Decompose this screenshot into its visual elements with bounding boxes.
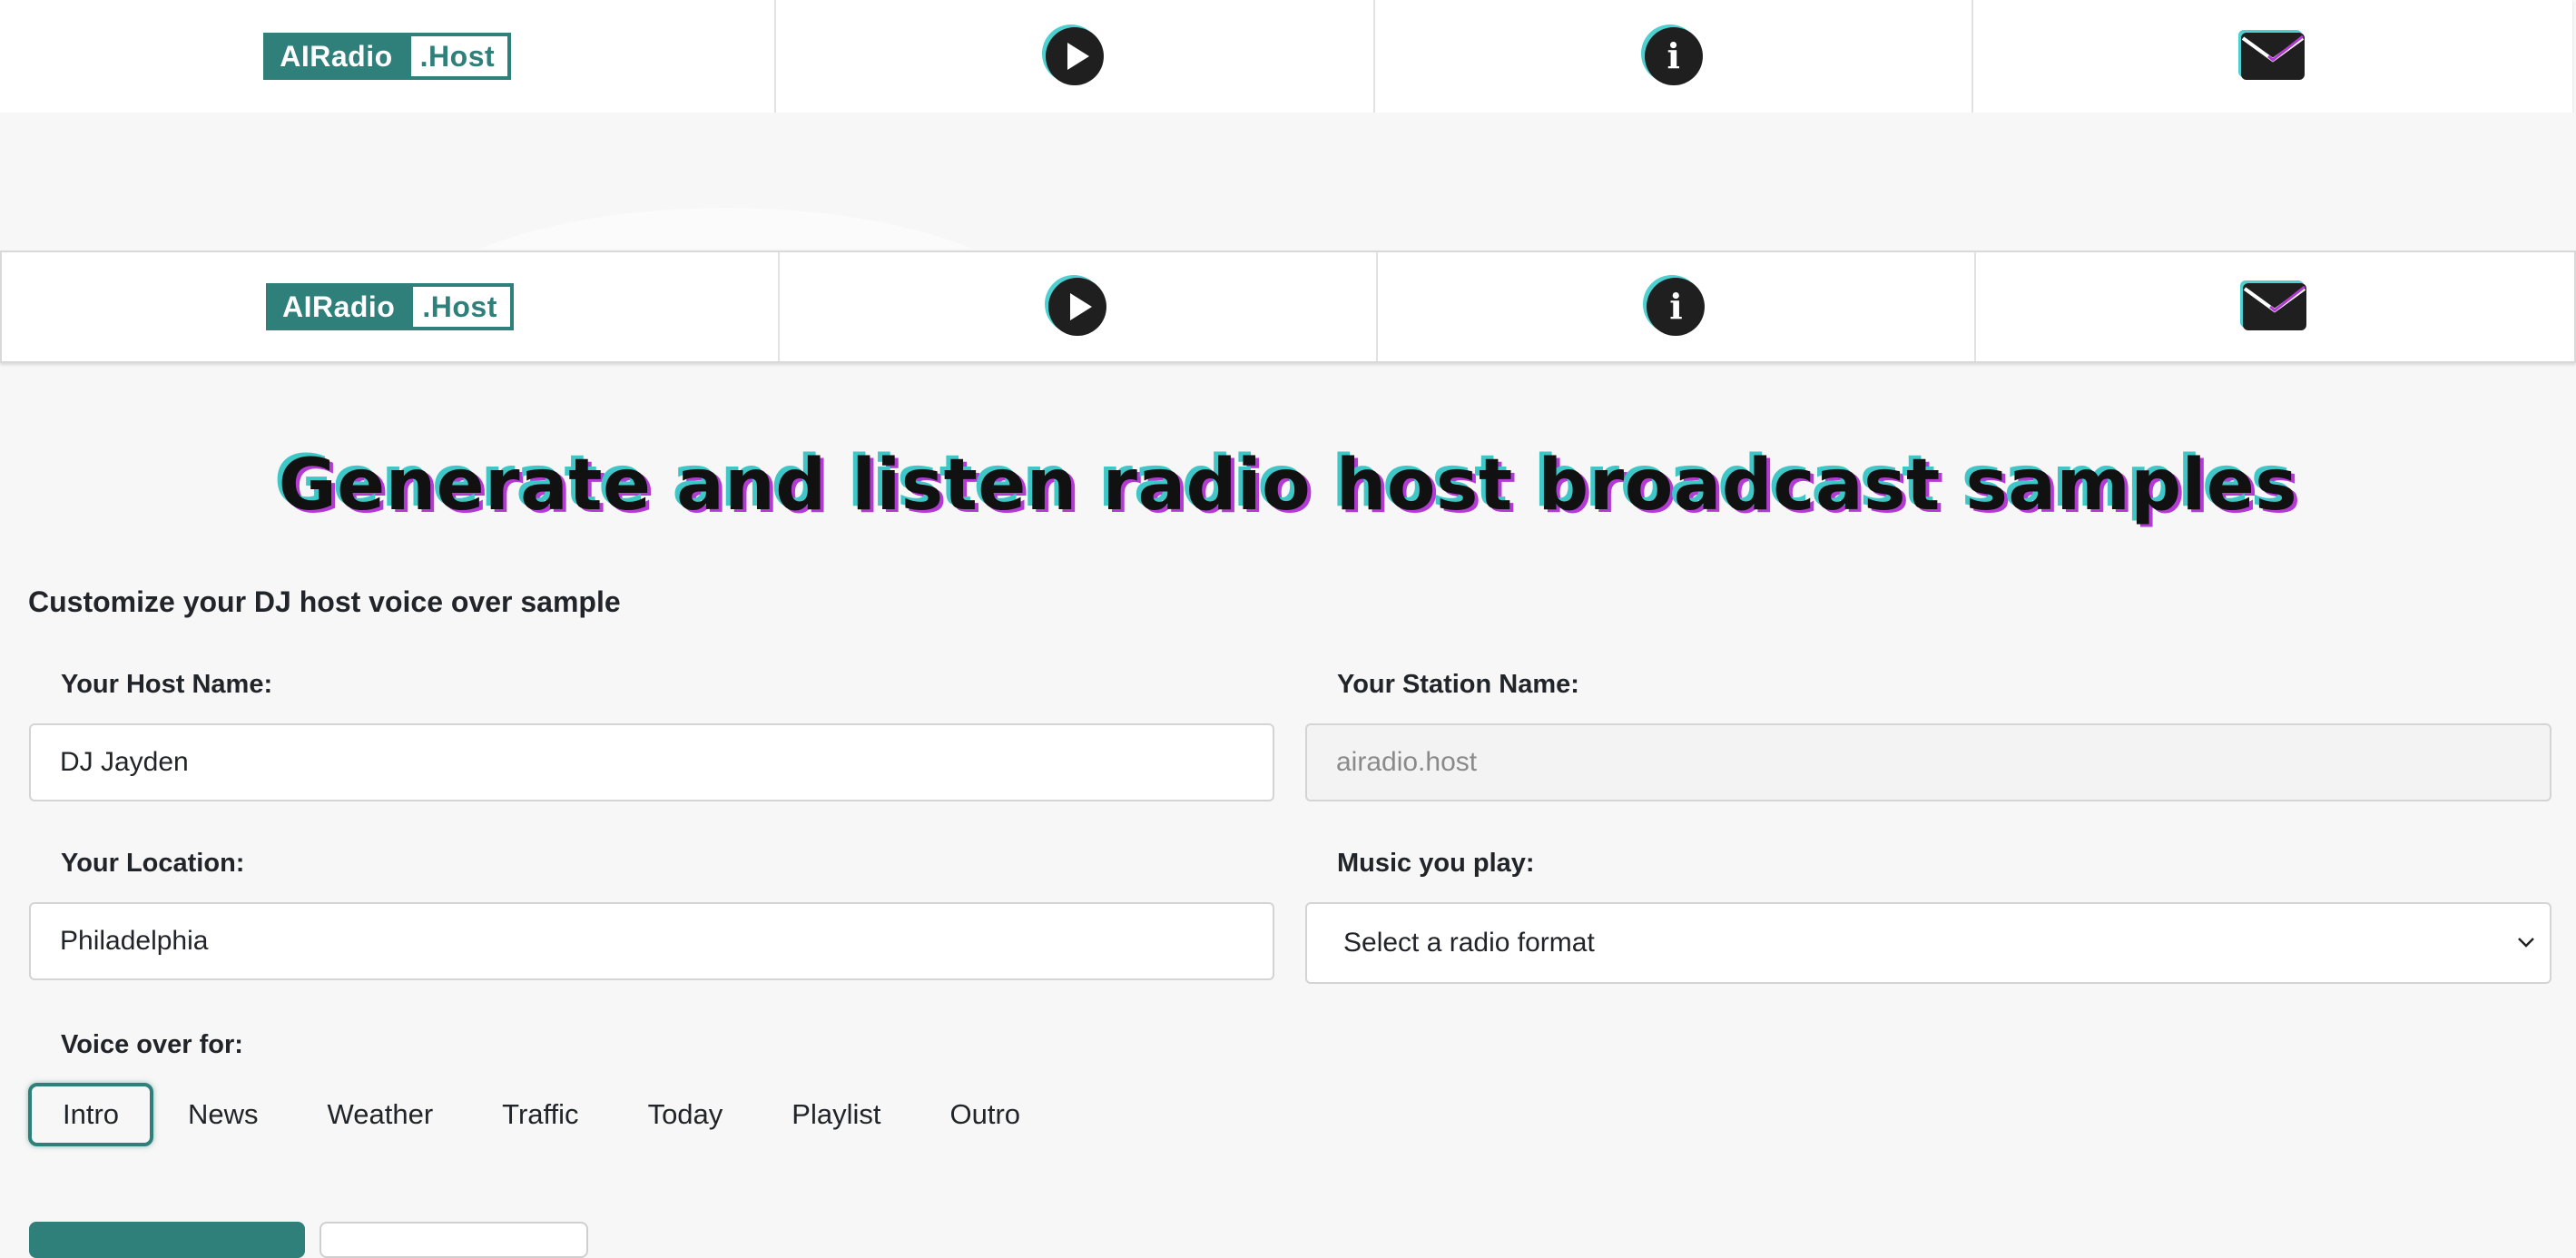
nav-info[interactable]: i — [1378, 252, 1976, 361]
chevron-down-icon — [2518, 938, 2534, 948]
tab-traffic[interactable]: Traffic — [467, 1083, 613, 1146]
play-icon[interactable] — [1048, 278, 1107, 336]
sticky-navbar: AIRadio .Host i — [0, 251, 2576, 363]
secondary-button[interactable] — [320, 1222, 588, 1258]
tab-weather[interactable]: Weather — [293, 1083, 468, 1146]
host-name-label: Your Host Name: — [61, 670, 273, 699]
tab-intro[interactable]: Intro — [28, 1083, 154, 1146]
tab-today[interactable]: Today — [614, 1083, 758, 1146]
nav-play[interactable] — [776, 0, 1375, 113]
brand-logo[interactable]: AIRadio .Host — [265, 283, 514, 330]
decorative-arc — [381, 208, 1071, 249]
hero-background — [0, 113, 2576, 249]
location-label: Your Location: — [61, 849, 245, 878]
brand-logo-part2: .Host — [410, 36, 508, 76]
brand-cell: AIRadio .Host — [2, 252, 780, 361]
top-navbar: AIRadio .Host i — [0, 0, 2572, 113]
info-icon[interactable]: i — [1644, 27, 1703, 85]
mail-icon[interactable] — [2243, 283, 2307, 330]
music-format-label: Music you play: — [1337, 849, 1535, 878]
brand-logo-part1: AIRadio — [269, 287, 414, 327]
tab-playlist[interactable]: Playlist — [757, 1083, 915, 1146]
voice-over-label: Voice over for: — [61, 1030, 243, 1059]
play-icon[interactable] — [1046, 27, 1105, 85]
station-name-label: Your Station Name: — [1337, 670, 1579, 699]
brand-logo[interactable]: AIRadio .Host — [263, 33, 512, 80]
page-headline: Generate and listen radio host broadcast… — [278, 445, 2298, 526]
form-section-title: Customize your DJ host voice over sample — [28, 585, 621, 618]
generate-button[interactable] — [29, 1222, 305, 1258]
tab-news[interactable]: News — [153, 1083, 293, 1146]
radio-format-select[interactable]: Select a radio format — [1305, 902, 2551, 984]
nav-mail[interactable] — [1976, 252, 2574, 361]
mail-icon[interactable] — [2241, 33, 2306, 80]
radio-format-value: Select a radio format — [1343, 928, 1595, 958]
voice-over-tabs: Intro News Weather Traffic Today Playlis… — [28, 1083, 1055, 1146]
location-input[interactable] — [29, 902, 1274, 980]
brand-logo-part2: .Host — [413, 287, 510, 327]
station-name-input[interactable] — [1305, 723, 2551, 801]
host-name-input[interactable] — [29, 723, 1274, 801]
info-icon[interactable]: i — [1647, 278, 1706, 336]
nav-play[interactable] — [780, 252, 1378, 361]
tab-outro[interactable]: Outro — [916, 1083, 1056, 1146]
nav-info[interactable]: i — [1375, 0, 1974, 113]
nav-mail[interactable] — [1973, 0, 2572, 113]
brand-cell: AIRadio .Host — [0, 0, 777, 113]
brand-logo-part1: AIRadio — [267, 36, 411, 76]
